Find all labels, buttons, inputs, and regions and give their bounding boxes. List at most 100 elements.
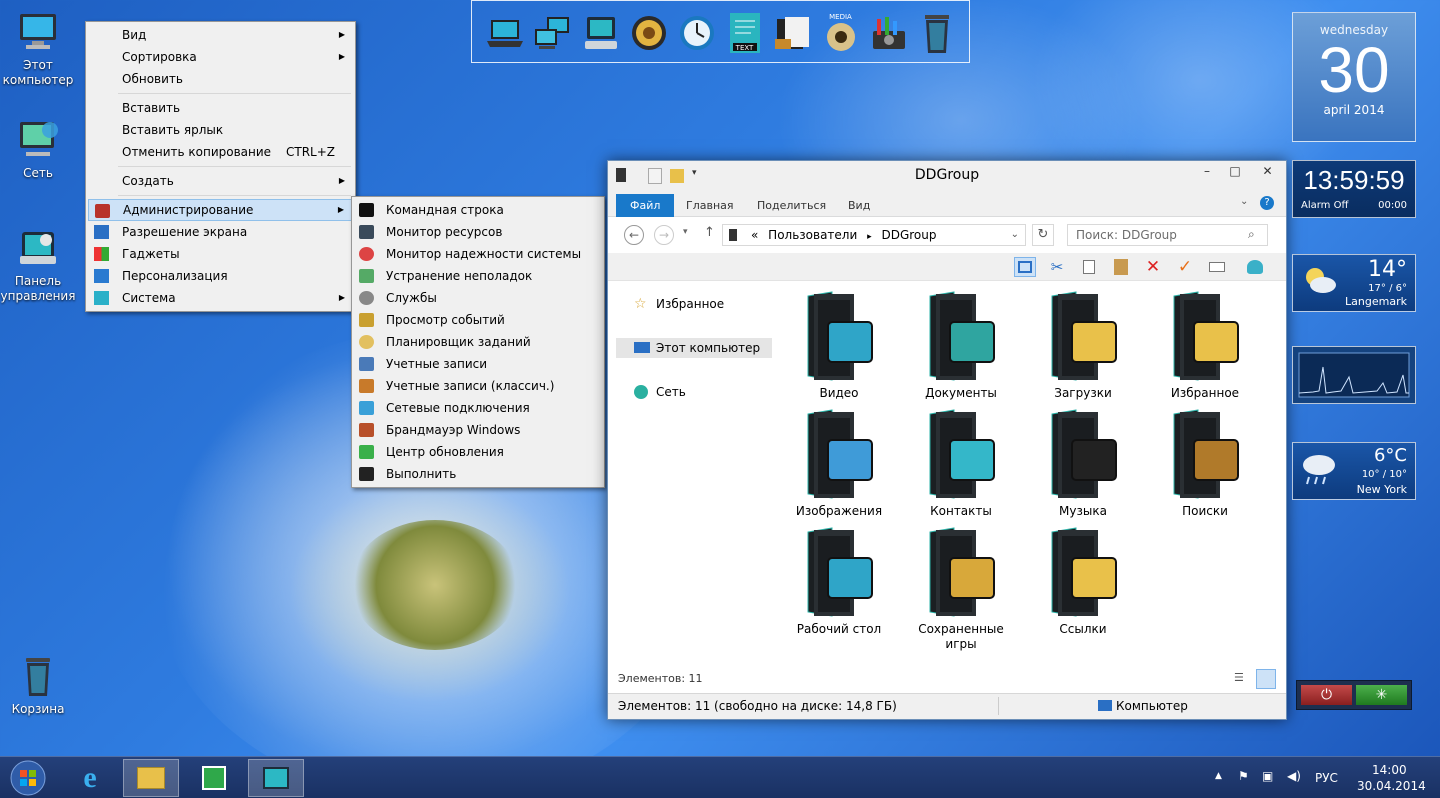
menu-item-system[interactable]: Система ▶: [88, 287, 353, 309]
tab-file[interactable]: Файл: [616, 194, 675, 217]
minimize-button[interactable]: –: [1193, 161, 1221, 182]
rename-icon[interactable]: [1206, 257, 1228, 277]
help-icon[interactable]: ?: [1260, 196, 1274, 210]
preview-pane-icon[interactable]: [1014, 257, 1036, 277]
taskbar-store[interactable]: [186, 759, 242, 797]
menu-item-undo-copy[interactable]: Отменить копирование CTRL+Z: [88, 141, 353, 163]
tab-view[interactable]: Вид: [834, 194, 884, 217]
menu-item-personalize[interactable]: Персонализация: [88, 265, 353, 287]
delete-icon[interactable]: ✕: [1142, 257, 1164, 277]
folder-item[interactable]: Ссылки: [1028, 524, 1138, 637]
folder-item[interactable]: Контакты: [906, 406, 1016, 519]
close-button[interactable]: ✕: [1249, 161, 1286, 182]
submenu-item-update-center[interactable]: Центр обновления: [352, 441, 604, 463]
laptop-icon[interactable]: [485, 11, 525, 55]
recycle-bin-icon[interactable]: [917, 11, 957, 55]
network-computers-icon[interactable]: [533, 11, 573, 55]
weather-gadget-new-york[interactable]: 6°C 10° / 10° New York: [1292, 442, 1416, 500]
shutdown-button[interactable]: ⏻: [1301, 685, 1352, 705]
weather-gadget-langemark[interactable]: 14° 17° / 6° Langemark: [1292, 254, 1416, 312]
desktop-icon-control-panel[interactable]: Панель управления: [0, 226, 76, 304]
submenu-item-event-viewer[interactable]: Просмотр событий: [352, 309, 604, 331]
media-player-icon[interactable]: [773, 11, 813, 55]
submenu-item-cmd[interactable]: Командная строка: [352, 199, 604, 221]
tab-home[interactable]: Главная: [672, 194, 748, 217]
recent-locations-chevron-icon[interactable]: ▾: [683, 227, 688, 237]
folder-item[interactable]: Сохраненные игры: [906, 524, 1016, 652]
folder-item[interactable]: Документы: [906, 288, 1016, 401]
submenu-item-network-connections[interactable]: Сетевые подключения: [352, 397, 604, 419]
menu-item-gadgets[interactable]: Гаджеты: [88, 243, 353, 265]
nav-network[interactable]: Сеть: [616, 382, 686, 402]
taskbar-internet-explorer[interactable]: e: [62, 759, 118, 797]
clock-gadget[interactable]: 13:59:59 Alarm Off 00:00: [1292, 160, 1416, 218]
checkmark-icon[interactable]: ✓: [1174, 257, 1196, 277]
nav-this-pc[interactable]: Этот компьютер: [616, 338, 772, 358]
taskbar-control-panel[interactable]: [248, 759, 304, 797]
menu-item-paste[interactable]: Вставить: [88, 97, 353, 119]
shell-icon[interactable]: [1244, 257, 1266, 277]
cpu-meter-gadget[interactable]: [1292, 346, 1416, 404]
submenu-item-task-scheduler[interactable]: Планировщик заданий: [352, 331, 604, 353]
folder-item[interactable]: Поиски: [1150, 406, 1260, 519]
up-arrow-icon[interactable]: ↑: [704, 225, 715, 240]
back-button[interactable]: ←: [624, 225, 644, 245]
refresh-icon[interactable]: ↻: [1032, 224, 1054, 246]
action-center-flag-icon[interactable]: ⚑: [1238, 769, 1249, 783]
menu-item-create[interactable]: Создать ▶: [88, 170, 353, 192]
folder-item[interactable]: Рабочий стол: [784, 524, 894, 637]
search-input[interactable]: Поиск: DDGroup: [1067, 224, 1268, 246]
search-icon[interactable]: ⌕: [1248, 227, 1255, 242]
copy-icon[interactable]: [1078, 257, 1100, 277]
text-editor-icon[interactable]: TEXT: [725, 11, 765, 55]
show-hidden-icons-icon[interactable]: ▲: [1215, 771, 1222, 781]
tab-share[interactable]: Поделиться: [743, 194, 840, 217]
restart-button[interactable]: ✳: [1356, 685, 1407, 705]
desktop-icon-recycle-bin[interactable]: Корзина: [0, 654, 76, 717]
maximize-button[interactable]: □: [1221, 161, 1249, 182]
address-dropdown-icon[interactable]: ⌄: [1011, 225, 1019, 245]
cut-icon[interactable]: ✂: [1046, 257, 1068, 277]
calendar-gadget[interactable]: wednesday 30 april 2014: [1292, 12, 1416, 142]
submenu-item-troubleshooting[interactable]: Устранение неполадок: [352, 265, 604, 287]
menu-item-view[interactable]: Вид ▶: [88, 24, 353, 46]
menu-item-screen-resolution[interactable]: Разрешение экрана: [88, 221, 353, 243]
submenu-item-firewall[interactable]: Брандмауэр Windows: [352, 419, 604, 441]
submenu-item-reliability-monitor[interactable]: Монитор надежности системы: [352, 243, 604, 265]
volume-icon[interactable]: ◀): [1287, 769, 1301, 783]
control-panel-icon[interactable]: [581, 11, 621, 55]
large-icons-view-icon[interactable]: [1256, 669, 1276, 689]
clock-icon[interactable]: [677, 11, 717, 55]
menu-item-paste-shortcut[interactable]: Вставить ярлык: [88, 119, 353, 141]
start-button[interactable]: [0, 759, 56, 797]
submenu-item-services[interactable]: Службы: [352, 287, 604, 309]
desktop-icon-this-pc[interactable]: Этот компьютер: [0, 10, 76, 88]
submenu-item-run[interactable]: Выполнить: [352, 463, 604, 485]
folder-item[interactable]: Загрузки: [1028, 288, 1138, 401]
media-center-icon[interactable]: MEDIA: [821, 11, 861, 55]
submenu-item-user-accounts[interactable]: Учетные записи: [352, 353, 604, 375]
nav-favorites[interactable]: ☆ Избранное: [616, 294, 724, 314]
ribbon-expand-icon[interactable]: ⌄: [1240, 196, 1248, 207]
forward-button[interactable]: →: [654, 225, 674, 245]
menu-item-administration[interactable]: Администрирование ▶: [88, 199, 353, 221]
breadcrumb-users[interactable]: Пользователи: [768, 228, 857, 242]
breadcrumb-ddgroup[interactable]: DDGroup: [881, 228, 936, 242]
paste-icon[interactable]: [1110, 257, 1132, 277]
language-indicator[interactable]: РУС: [1315, 771, 1338, 785]
menu-item-sort[interactable]: Сортировка ▶: [88, 46, 353, 68]
desktop-icon-network[interactable]: Сеть: [0, 118, 76, 181]
folder-item[interactable]: Музыка: [1028, 406, 1138, 519]
address-bar[interactable]: « Пользователи ▸ DDGroup ⌄: [722, 224, 1026, 246]
submenu-item-resource-monitor[interactable]: Монитор ресурсов: [352, 221, 604, 243]
taskbar-clock-time[interactable]: 14:00: [1372, 763, 1407, 777]
taskbar-clock-date[interactable]: 30.04.2014: [1357, 779, 1426, 793]
menu-item-refresh[interactable]: Обновить: [88, 68, 353, 90]
details-view-icon[interactable]: ☰: [1234, 671, 1250, 687]
folder-item[interactable]: Видео: [784, 288, 894, 401]
folder-item[interactable]: Избранное: [1150, 288, 1260, 401]
tools-icon[interactable]: [869, 11, 909, 55]
folder-item[interactable]: Изображения: [784, 406, 894, 519]
taskbar-file-explorer[interactable]: [123, 759, 179, 797]
network-tray-icon[interactable]: ▣: [1262, 769, 1273, 783]
